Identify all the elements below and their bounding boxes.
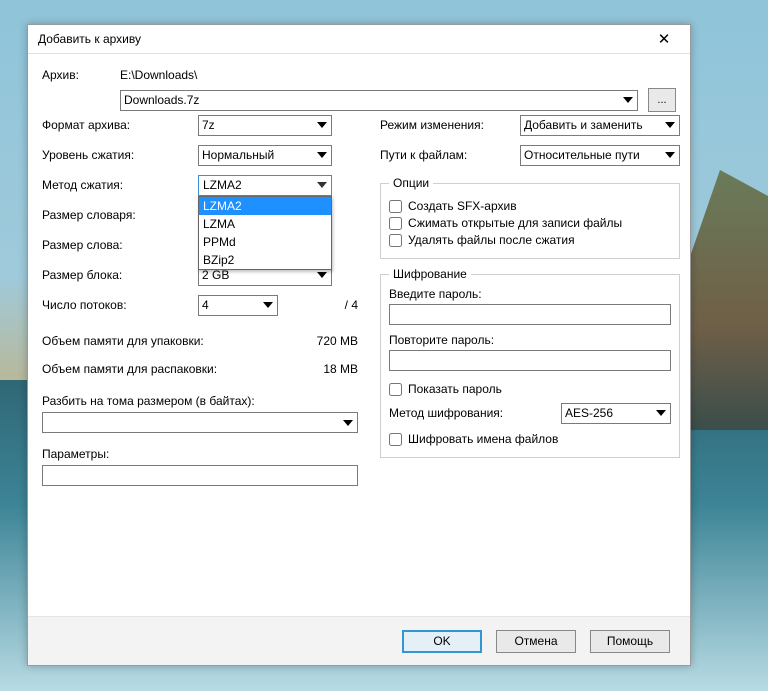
enc-method-label: Метод шифрования:: [389, 406, 561, 420]
level-label: Уровень сжатия:: [42, 148, 198, 162]
password-input[interactable]: [389, 304, 671, 325]
password-enter-label: Введите пароль:: [389, 287, 671, 301]
mem-pack-value: 720 MB: [288, 334, 358, 348]
update-mode-select[interactable]: Добавить и заменить: [520, 115, 680, 136]
archive-name-combo[interactable]: Downloads.7z: [120, 90, 638, 111]
paths-label: Пути к файлам:: [380, 148, 520, 162]
method-dropdown-list: LZMA2 LZMA PPMd BZip2: [198, 196, 332, 270]
options-legend: Опции: [389, 176, 433, 190]
options-group: Опции Создать SFX-архив Сжимать открытые…: [380, 176, 680, 259]
archive-label: Архив:: [42, 68, 120, 82]
encryption-legend: Шифрование: [389, 267, 471, 281]
word-label: Размер слова:: [42, 238, 198, 252]
threads-max: / 4: [278, 298, 358, 312]
delete-checkbox[interactable]: Удалять файлы после сжатия: [389, 233, 671, 247]
mem-pack-label: Объем памяти для упаковки:: [42, 334, 288, 348]
format-label: Формат архива:: [42, 118, 198, 132]
add-to-archive-dialog: Добавить к архиву ✕ Архив: E:\Downloads\…: [27, 24, 691, 666]
threads-select[interactable]: 4: [198, 295, 278, 316]
dict-label: Размер словаря:: [42, 208, 198, 222]
split-label: Разбить на тома размером (в байтах):: [42, 394, 358, 408]
method-select[interactable]: LZMA2 LZMA2 LZMA PPMd BZip2: [198, 175, 332, 196]
mem-unpack-value: 18 MB: [288, 362, 358, 376]
paths-select[interactable]: Относительные пути: [520, 145, 680, 166]
method-option[interactable]: BZip2: [199, 251, 331, 269]
close-icon[interactable]: ✕: [644, 28, 684, 50]
shared-checkbox[interactable]: Сжимать открытые для записи файлы: [389, 216, 671, 230]
method-label: Метод сжатия:: [42, 178, 198, 192]
method-option[interactable]: PPMd: [199, 233, 331, 251]
update-mode-label: Режим изменения:: [380, 118, 520, 132]
cancel-button[interactable]: Отмена: [496, 630, 576, 653]
split-select[interactable]: [42, 412, 358, 433]
encryption-group: Шифрование Введите пароль: Повторите пар…: [380, 267, 680, 458]
sfx-checkbox[interactable]: Создать SFX-архив: [389, 199, 671, 213]
help-button[interactable]: Помощь: [590, 630, 670, 653]
dialog-footer: OK Отмена Помощь: [28, 616, 690, 665]
params-input[interactable]: [42, 465, 358, 486]
encrypt-names-checkbox[interactable]: Шифровать имена файлов: [389, 432, 671, 446]
window-title: Добавить к архиву: [38, 32, 644, 46]
level-select[interactable]: Нормальный: [198, 145, 332, 166]
titlebar: Добавить к архиву ✕: [28, 25, 690, 54]
mem-unpack-label: Объем памяти для распаковки:: [42, 362, 288, 376]
method-option[interactable]: LZMA2: [199, 197, 331, 215]
show-password-checkbox[interactable]: Показать пароль: [389, 382, 671, 396]
method-option[interactable]: LZMA: [199, 215, 331, 233]
archive-path: E:\Downloads\: [120, 68, 676, 82]
block-label: Размер блока:: [42, 268, 198, 282]
enc-method-select[interactable]: AES-256: [561, 403, 671, 424]
threads-label: Число потоков:: [42, 298, 198, 312]
format-select[interactable]: 7z: [198, 115, 332, 136]
password-repeat-input[interactable]: [389, 350, 671, 371]
ok-button[interactable]: OK: [402, 630, 482, 653]
password-repeat-label: Повторите пароль:: [389, 333, 671, 347]
browse-button[interactable]: ...: [648, 88, 676, 112]
params-label: Параметры:: [42, 447, 358, 461]
